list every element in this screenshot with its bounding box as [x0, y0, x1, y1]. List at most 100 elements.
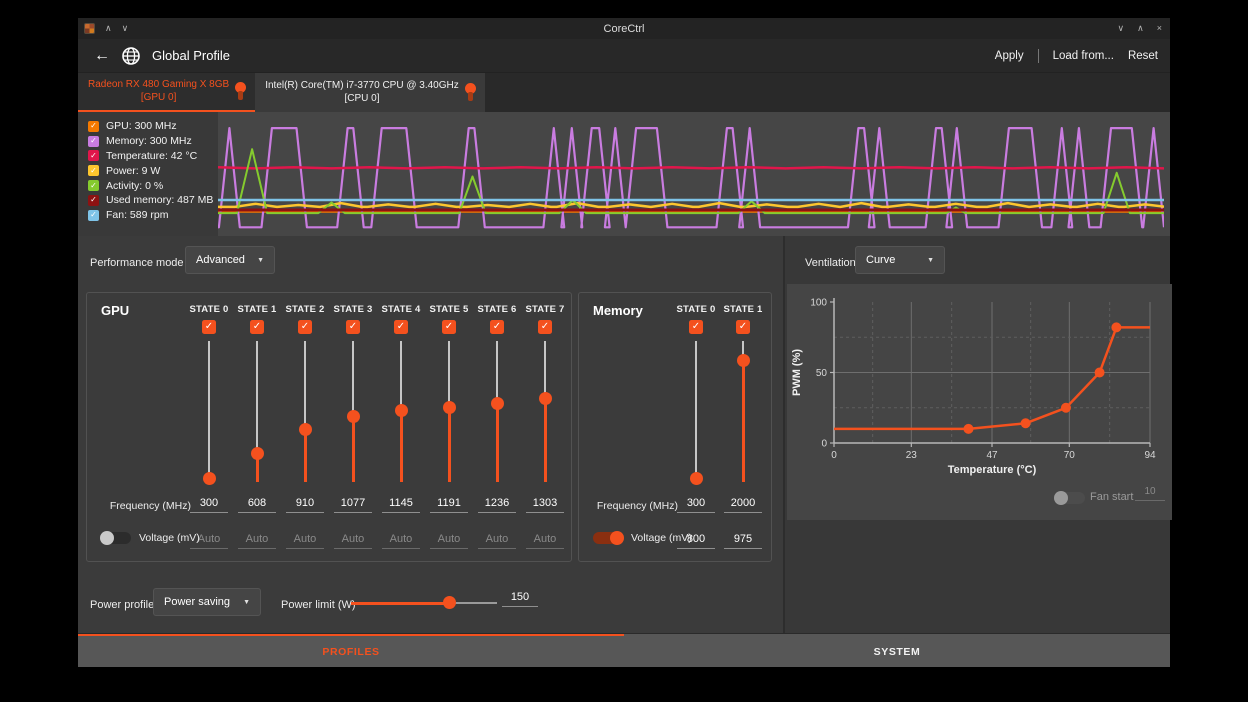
- slider-handle[interactable]: [443, 596, 456, 609]
- gpu-volt-value[interactable]: Auto: [526, 533, 564, 549]
- gpu-volt-value[interactable]: Auto: [286, 533, 324, 549]
- legend-checkbox[interactable]: ✓: [88, 165, 99, 176]
- slider-fill: [304, 430, 307, 482]
- gpu-freq-value[interactable]: 1303: [526, 497, 564, 513]
- fan-curve-point[interactable]: [1111, 322, 1121, 332]
- gpu-state-slider-handle[interactable]: [443, 401, 456, 414]
- tab-system[interactable]: SYSTEM: [624, 634, 1170, 667]
- gpu-state-slider-handle[interactable]: [347, 410, 360, 423]
- gpu-state-checkbox[interactable]: ✓: [394, 320, 408, 334]
- legend-item: ✓Used memory: 487 MB: [88, 193, 218, 208]
- device-tabs: Radeon RX 480 Gaming X 8GB[GPU 0]Intel(R…: [78, 73, 1170, 112]
- legend-label: Activity: 0 %: [106, 180, 163, 192]
- gpu-freq-value[interactable]: 1191: [430, 497, 468, 513]
- memory-state-checkbox[interactable]: ✓: [736, 320, 750, 334]
- fan-start-toggle[interactable]: [1055, 492, 1085, 504]
- slider-track[interactable]: [352, 341, 354, 416]
- power-profile-dropdown[interactable]: Power saving ▼: [153, 588, 261, 616]
- gpu-state-checkbox[interactable]: ✓: [490, 320, 504, 334]
- gpu-volt-value[interactable]: Auto: [478, 533, 516, 549]
- gpu-volt-value[interactable]: Auto: [238, 533, 276, 549]
- gpu-state-slider-handle[interactable]: [491, 397, 504, 410]
- legend-item: ✓GPU: 300 MHz: [88, 119, 218, 134]
- y-tick-label: 100: [810, 298, 827, 309]
- fan-curve-point[interactable]: [963, 424, 973, 434]
- gpu-freq-value[interactable]: 1236: [478, 497, 516, 513]
- performance-mode-value: Advanced: [196, 254, 245, 266]
- slider-track[interactable]: [496, 341, 498, 404]
- power-limit-value[interactable]: 150: [502, 591, 538, 607]
- performance-mode-dropdown[interactable]: Advanced ▼: [185, 246, 275, 274]
- gpu-voltage-toggle[interactable]: [101, 532, 131, 544]
- maximize-icon[interactable]: ∧: [1137, 24, 1144, 33]
- apply-button[interactable]: Apply: [995, 50, 1024, 62]
- gpu-freq-value[interactable]: 1145: [382, 497, 420, 513]
- fan-curve-point[interactable]: [1021, 418, 1031, 428]
- gpu-freq-value[interactable]: 1077: [334, 497, 372, 513]
- memory-freq-value[interactable]: 300: [677, 497, 715, 513]
- slider-track[interactable]: [400, 341, 402, 411]
- gpu-state-checkbox[interactable]: ✓: [442, 320, 456, 334]
- device-tab-gpu[interactable]: Radeon RX 480 Gaming X 8GB[GPU 0]: [78, 73, 255, 112]
- slider-track[interactable]: [304, 341, 306, 430]
- fan-curve-chart[interactable]: 023477094050100Temperature (°C)PWM (%): [787, 284, 1172, 476]
- roll-window-icon[interactable]: ∨: [122, 24, 129, 33]
- legend-checkbox[interactable]: ✓: [88, 210, 99, 221]
- gpu-freq-value[interactable]: 608: [238, 497, 276, 513]
- gpu-volt-value[interactable]: Auto: [382, 533, 420, 549]
- memory-frequency-label: Frequency (MHz): [579, 500, 678, 512]
- fan-start-value[interactable]: 10: [1135, 486, 1165, 501]
- power-profile-label: Power profile: [90, 599, 154, 611]
- gpu-volt-value[interactable]: Auto: [430, 533, 468, 549]
- legend-checkbox[interactable]: ✓: [88, 136, 99, 147]
- reset-button[interactable]: Reset: [1128, 50, 1158, 62]
- device-tab-cpu[interactable]: Intel(R) Core(TM) i7-3770 CPU @ 3.40GHz[…: [255, 73, 485, 112]
- memory-freq-value[interactable]: 2000: [724, 497, 762, 513]
- load-from-button[interactable]: Load from...: [1053, 50, 1114, 62]
- gpu-state-checkbox[interactable]: ✓: [538, 320, 552, 334]
- fan-curve-point[interactable]: [1061, 403, 1071, 413]
- gpu-freq-value[interactable]: 910: [286, 497, 324, 513]
- shade-window-icon[interactable]: ∧: [105, 24, 112, 33]
- slider-track[interactable]: [544, 341, 546, 398]
- slider-track[interactable]: [449, 602, 497, 604]
- memory-state-slider-handle[interactable]: [690, 472, 703, 485]
- minimize-icon[interactable]: ∨: [1118, 24, 1125, 33]
- back-button[interactable]: ←: [90, 44, 114, 68]
- slider-track[interactable]: [256, 341, 258, 454]
- gpu-state-slider-handle[interactable]: [395, 404, 408, 417]
- gpu-state-slider-handle[interactable]: [539, 392, 552, 405]
- slider-track[interactable]: [695, 341, 697, 478]
- legend-checkbox[interactable]: ✓: [88, 150, 99, 161]
- gpu-state-label: STATE 6: [473, 304, 521, 315]
- ventilation-mode-dropdown[interactable]: Curve ▼: [855, 246, 945, 274]
- gpu-volt-value[interactable]: Auto: [334, 533, 372, 549]
- slider-fill: [448, 407, 451, 482]
- legend-item: ✓ Activity: 0 %: [88, 178, 218, 193]
- gpu-state-checkbox[interactable]: ✓: [298, 320, 312, 334]
- gpu-state-checkbox[interactable]: ✓: [346, 320, 360, 334]
- fan-curve-point[interactable]: [1095, 368, 1105, 378]
- legend-checkbox[interactable]: ✓: [88, 180, 99, 191]
- close-icon[interactable]: ×: [1157, 24, 1162, 33]
- memory-volt-value[interactable]: 975: [724, 533, 762, 549]
- slider-track[interactable]: [448, 341, 450, 407]
- gpu-freq-value[interactable]: 300: [190, 497, 228, 513]
- gpu-state-slider-handle[interactable]: [203, 472, 216, 485]
- legend-checkbox[interactable]: ✓: [88, 195, 99, 206]
- memory-voltage-toggle[interactable]: [593, 532, 623, 544]
- fan-start-row: Fan start 10: [787, 484, 1172, 514]
- tab-profiles[interactable]: PROFILES: [78, 634, 624, 667]
- power-limit-slider[interactable]: [351, 596, 497, 610]
- gpu-state-slider-handle[interactable]: [251, 447, 264, 460]
- memory-state-slider-handle[interactable]: [737, 354, 750, 367]
- ventilation-label: Ventilation: [805, 257, 856, 269]
- fan-curve-card: 023477094050100Temperature (°C)PWM (%) F…: [787, 284, 1172, 520]
- bottom-tab-bar: PROFILESSYSTEM: [78, 634, 1170, 667]
- gpu-state-checkbox[interactable]: ✓: [250, 320, 264, 334]
- legend-checkbox[interactable]: ✓: [88, 121, 99, 132]
- memory-state-checkbox[interactable]: ✓: [689, 320, 703, 334]
- gpu-state-checkbox[interactable]: ✓: [202, 320, 216, 334]
- slider-track[interactable]: [208, 341, 210, 478]
- gpu-state-slider-handle[interactable]: [299, 423, 312, 436]
